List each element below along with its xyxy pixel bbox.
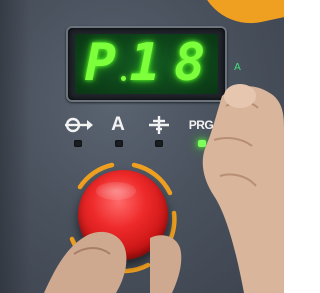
torch-arrow-icon-svg <box>65 117 93 133</box>
knob-highlight <box>96 182 136 200</box>
led-display: P 1 8 <box>75 34 218 94</box>
display-digit-1: P <box>84 34 118 93</box>
current-mode-label: A <box>111 114 125 135</box>
display-digits: P 1 8 <box>79 34 213 93</box>
unit-label: A <box>234 62 241 73</box>
display-digit-2: 1 <box>129 34 163 93</box>
torch-arrow-icon[interactable] <box>62 114 94 136</box>
current-mode-icon[interactable]: A <box>106 114 130 136</box>
panel-edge-shadow <box>0 0 30 293</box>
ground-clamp-icon-svg <box>149 116 169 134</box>
mode-icon-row: A PRG <box>0 114 284 136</box>
program-mode-label: PRG <box>188 118 214 132</box>
led-display-bezel: P 1 8 <box>66 26 227 102</box>
decimal-point <box>121 76 126 81</box>
display-digit-3: 8 <box>173 34 208 93</box>
led-indicator-program <box>198 140 206 147</box>
led-indicator-torch <box>74 140 82 147</box>
led-indicator-current <box>115 140 123 147</box>
led-indicator-ground <box>155 140 163 147</box>
welder-control-panel: P 1 8 A A PRG <box>0 0 284 293</box>
program-mode-icon[interactable]: PRG <box>184 114 218 136</box>
ground-clamp-icon[interactable] <box>146 114 172 136</box>
